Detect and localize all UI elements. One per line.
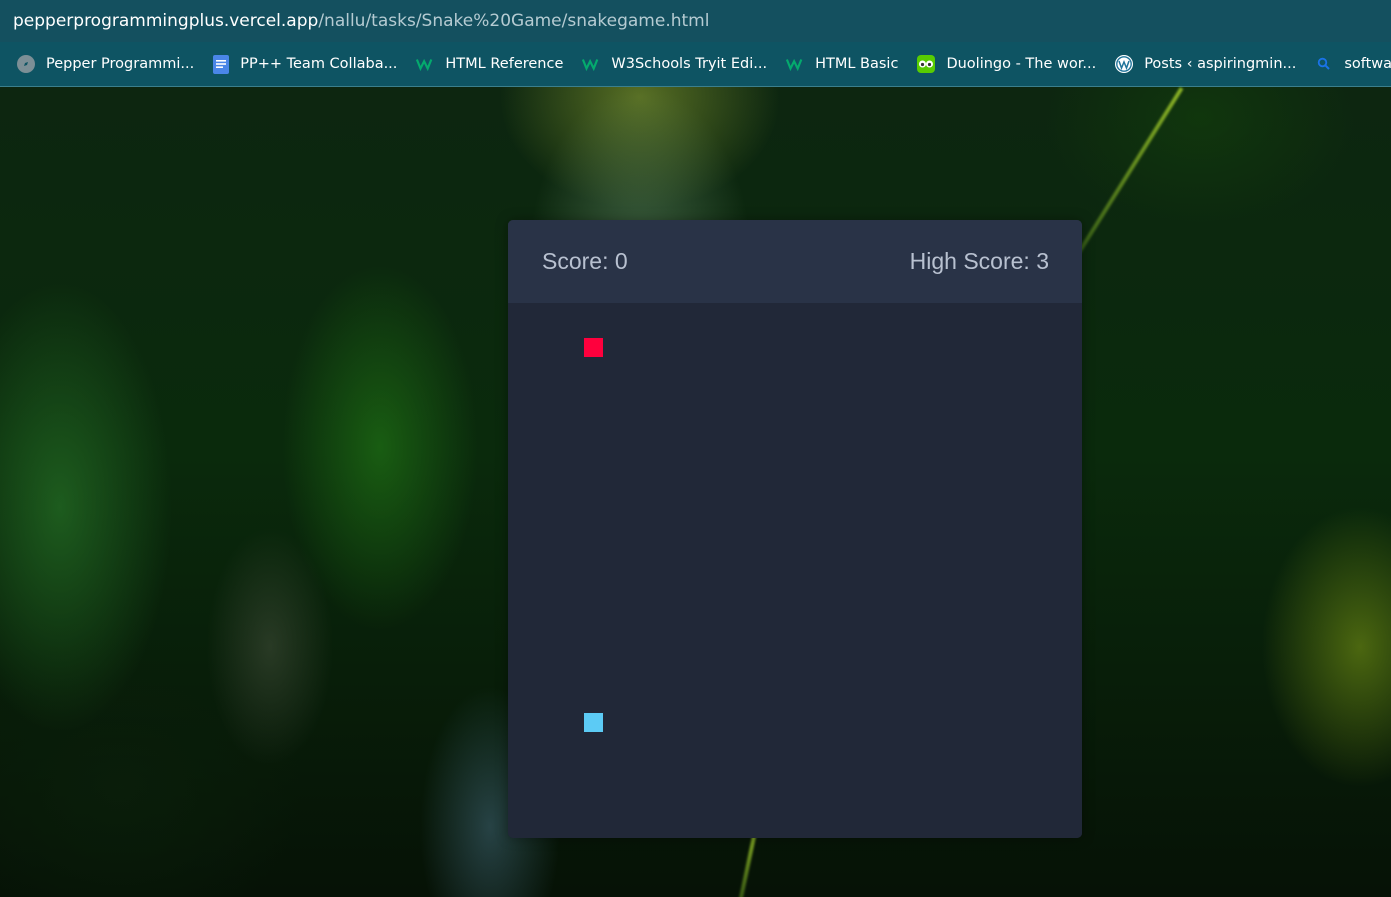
food-cell bbox=[584, 338, 603, 357]
score-label: Score: 0 bbox=[542, 248, 628, 274]
bookmark-label: Pepper Programmi... bbox=[46, 56, 195, 72]
bookmark-pepper-programming[interactable]: Pepper Programmi... bbox=[17, 55, 194, 73]
bookmark-label: HTML Basic bbox=[815, 56, 899, 72]
game-board[interactable] bbox=[508, 303, 1082, 838]
duolingo-icon bbox=[917, 55, 936, 73]
w3schools-icon bbox=[582, 55, 600, 73]
score-header: Score: 0 High Score: 3 bbox=[508, 220, 1082, 303]
url-path: /nallu/tasks/Snake%20Game/snakegame.html bbox=[318, 11, 710, 31]
grass-blade-decoration bbox=[1074, 87, 1184, 259]
bookmark-label: Posts ‹ aspiringmin... bbox=[1144, 56, 1297, 72]
bookmark-wordpress-posts[interactable]: Posts ‹ aspiringmin... bbox=[1115, 55, 1296, 73]
bookmark-html-basic[interactable]: HTML Basic bbox=[786, 55, 898, 73]
snake-game-panel: Score: 0 High Score: 3 bbox=[508, 220, 1082, 838]
compass-icon bbox=[17, 55, 35, 73]
bookmark-label: W3Schools Tryit Edi... bbox=[611, 56, 768, 72]
bookmarks-bar: d Pepper Programmi... PP++ Team Collaba.… bbox=[0, 42, 1391, 87]
address-bar[interactable]: pepperprogrammingplus.vercel.app/nallu/t… bbox=[0, 0, 1391, 42]
w3schools-icon bbox=[416, 55, 434, 73]
high-score-label: High Score: 3 bbox=[909, 248, 1049, 274]
bookmark-software-develop[interactable]: software develo bbox=[1315, 55, 1391, 73]
wordpress-icon bbox=[1115, 55, 1134, 73]
docs-icon bbox=[213, 54, 230, 74]
bookmark-duolingo[interactable]: Duolingo - The wor... bbox=[917, 55, 1096, 73]
bookmark-label: software develo bbox=[1344, 56, 1391, 72]
snake-head bbox=[584, 713, 603, 732]
bookmark-pp-team-collab[interactable]: PP++ Team Collaba... bbox=[213, 54, 398, 74]
bookmark-w3schools-tryit[interactable]: W3Schools Tryit Edi... bbox=[582, 55, 767, 73]
bookmark-html-reference[interactable]: HTML Reference bbox=[416, 55, 563, 73]
bookmark-label: PP++ Team Collaba... bbox=[240, 56, 398, 72]
w3schools-icon bbox=[786, 55, 804, 73]
search-icon bbox=[1315, 55, 1333, 73]
bookmark-label: Duolingo - The wor... bbox=[946, 56, 1097, 72]
url-host: pepperprogrammingplus.vercel.app bbox=[13, 11, 319, 31]
bookmark-label: HTML Reference bbox=[445, 56, 564, 72]
